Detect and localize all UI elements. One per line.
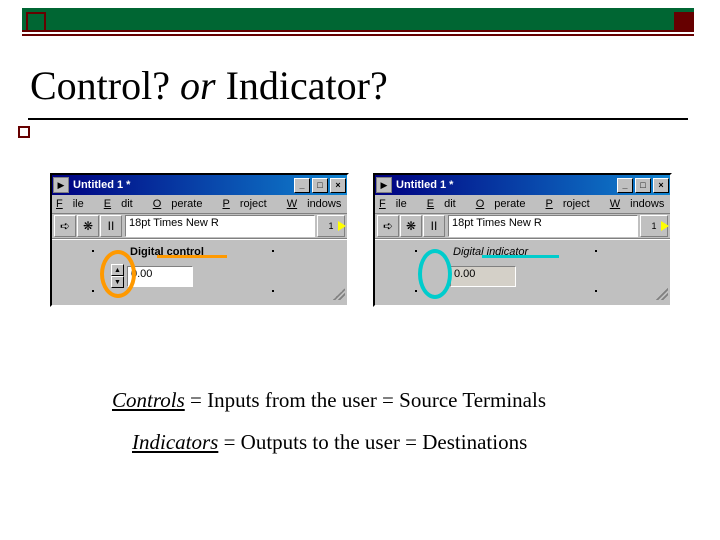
resize-grip-icon[interactable] [656,288,668,300]
play-icon [338,221,346,231]
slide-title: Control? or Indicator? [30,62,388,109]
title-word-2: Indicator? [226,63,388,108]
run-cont-button[interactable]: ❋ [400,215,422,237]
menu-file[interactable]: File [56,198,94,210]
menu-windows[interactable]: Windows [610,198,675,210]
control-value[interactable]: 0.00 [127,266,193,287]
close-button[interactable]: × [653,178,669,193]
menu-bar[interactable]: File Edit Operate Project Windows [375,195,670,214]
slide-top-border [22,8,694,40]
app-icon[interactable]: ▶ [376,177,392,193]
highlight-indicator-line [482,255,559,258]
body-line-controls: Controls = Inputs from the user = Source… [112,388,546,413]
highlight-control-line [157,255,227,258]
title-or: or [180,63,216,108]
window-indicator: ▶ Untitled 1 * _ □ × File Edit Operate P… [373,173,672,307]
close-button[interactable]: × [330,178,346,193]
run-button[interactable]: ➪ [54,215,76,237]
resize-grip-icon[interactable] [333,288,345,300]
controls-term: Controls [112,388,185,412]
indicator-value: 0.00 [450,266,516,287]
pause-button[interactable]: II [100,215,122,237]
menu-edit[interactable]: Edit [427,198,466,210]
run-button[interactable]: ➪ [377,215,399,237]
window-control: ▶ Untitled 1 * _ □ × File Edit Operate P… [50,173,349,307]
titlebar[interactable]: ▶ Untitled 1 * _ □ × [52,175,347,195]
maximize-button[interactable]: □ [312,178,328,193]
run-cont-button[interactable]: ❋ [77,215,99,237]
menu-project[interactable]: Project [545,198,599,210]
font-selector[interactable]: 18pt Times New R [125,215,315,237]
highlight-indicator-gap [418,249,452,299]
pause-button[interactable]: II [423,215,445,237]
minimize-button[interactable]: _ [294,178,310,193]
menu-operate[interactable]: Operate [153,198,213,210]
body-line-indicators: Indicators = Outputs to the user = Desti… [132,430,527,455]
minimize-button[interactable]: _ [617,178,633,193]
menu-windows[interactable]: Windows [287,198,352,210]
icon-counter[interactable]: 1 [317,215,345,237]
window-title: Untitled 1 * [73,179,292,191]
indicators-term: Indicators [132,430,218,454]
title-word-1: Control? [30,63,170,108]
window-title: Untitled 1 * [396,179,615,191]
menu-operate[interactable]: Operate [476,198,536,210]
menu-bar[interactable]: File Edit Operate Project Windows [52,195,347,214]
menu-file[interactable]: File [379,198,417,210]
toolbar: ➪ ❋ II 18pt Times New R 1 [52,214,347,239]
toolbar: ➪ ❋ II 18pt Times New R 1 [375,214,670,239]
highlight-control-spinner [100,250,136,298]
title-bullet-icon [18,126,30,138]
icon-counter[interactable]: 1 [640,215,668,237]
titlebar[interactable]: ▶ Untitled 1 * _ □ × [375,175,670,195]
maximize-button[interactable]: □ [635,178,651,193]
front-panel[interactable]: Digital control ▲ ▼ 0.00 [52,239,347,302]
title-underline [28,118,688,120]
app-icon[interactable]: ▶ [53,177,69,193]
font-selector[interactable]: 18pt Times New R [448,215,638,237]
menu-edit[interactable]: Edit [104,198,143,210]
menu-project[interactable]: Project [222,198,276,210]
play-icon [661,221,669,231]
